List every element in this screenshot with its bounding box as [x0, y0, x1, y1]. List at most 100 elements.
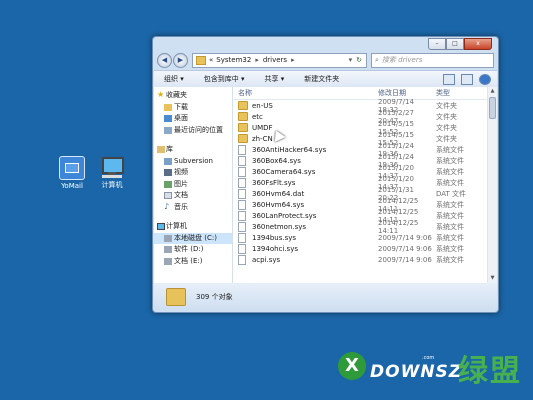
nav-label: 软件 (D:)	[174, 245, 204, 253]
file-name: 360AntiHacker64.sys	[252, 145, 327, 154]
content-area: ★ 收藏夹 下载 桌面 最近访问的位置 库 Subversion 视频 图片 文…	[154, 87, 497, 283]
item-count: 309 个对象	[196, 292, 233, 301]
nav-label: 图片	[174, 179, 188, 188]
file-icon	[238, 177, 246, 188]
file-row[interactable]: 360AntiHacker64.sys 2015/1/24 19:36 系统文件	[234, 142, 487, 158]
file-name-cell: UMDF	[234, 123, 378, 132]
file-name-cell: zh-CN	[234, 134, 378, 143]
breadcrumb-drivers[interactable]: drivers	[263, 56, 287, 64]
file-row[interactable]: en-US 2009/7/14 18:32 文件夹	[234, 98, 487, 114]
address-bar[interactable]: « System32 ▸ drivers ▸ ▾ ↻	[192, 52, 367, 68]
nav-label: 收藏夹	[166, 91, 187, 99]
recent-places-icon	[164, 126, 172, 134]
file-row[interactable]: 360LanProtect.sys 2014/12/25 14:11 系统文件	[234, 208, 487, 224]
breadcrumb-system32[interactable]: System32	[216, 56, 251, 64]
scroll-thumb[interactable]	[489, 97, 496, 119]
video-icon	[164, 169, 172, 176]
address-dropdown-icon[interactable]: ▾	[349, 56, 353, 64]
file-name: 360Camera64.sys	[252, 167, 316, 176]
window-controls: – □ x	[428, 38, 492, 50]
search-input[interactable]: ⌕ 搜索 drivers	[371, 52, 494, 68]
nav-label: 视频	[174, 168, 188, 176]
file-row[interactable]: acpi.sys 2009/7/14 9:06 系统文件	[234, 254, 487, 265]
file-type: 系统文件	[436, 255, 464, 264]
nav-item-recent[interactable]: 最近访问的位置	[154, 125, 232, 137]
file-name: 360Hvm64.sys	[252, 200, 305, 209]
maximize-button[interactable]: □	[446, 38, 464, 50]
help-icon[interactable]	[479, 73, 491, 85]
nav-computer[interactable]: 计算机	[154, 221, 232, 233]
file-row[interactable]: etc 2015/2/27 20:47 文件夹	[234, 109, 487, 125]
nav-label: 最近访问的位置	[174, 125, 223, 134]
file-date: 2009/7/14 9:06	[378, 255, 432, 264]
column-date-header[interactable]: 修改日期	[378, 88, 436, 98]
minimize-button[interactable]: –	[428, 38, 446, 50]
file-row[interactable]: 1394ohci.sys 2009/7/14 9:06 系统文件	[234, 243, 487, 254]
nav-item-downloads[interactable]: 下载	[154, 102, 232, 114]
drive-icon	[164, 246, 172, 253]
music-icon: ♪	[164, 201, 170, 211]
command-bar: 组织 ▾ 包含到库中 ▾ 共享 ▾ 新建文件夹	[154, 70, 497, 88]
yomail-icon	[59, 156, 85, 180]
nav-item-drive-d[interactable]: 软件 (D:)	[154, 244, 232, 256]
file-row[interactable]: 360Hvm64.sys 2014/12/25 14:11 系统文件	[234, 197, 487, 213]
nav-item-desktop[interactable]: 桌面	[154, 113, 232, 125]
scroll-up-arrow-icon[interactable]: ▲	[488, 87, 497, 96]
vertical-scrollbar[interactable]: ▲ ▼	[487, 87, 497, 283]
file-name: 360Box64.sys	[252, 156, 301, 165]
refresh-icon[interactable]: ↻	[356, 56, 362, 64]
file-row[interactable]: 1394bus.sys 2009/7/14 9:06 系统文件	[234, 232, 487, 243]
new-folder-button[interactable]: 新建文件夹	[294, 74, 349, 84]
file-name: acpi.sys	[252, 255, 281, 264]
column-name-header[interactable]: 名称	[234, 88, 378, 98]
file-name: en-US	[252, 101, 273, 110]
nav-label: 桌面	[174, 114, 188, 122]
nav-label: 文档 (E:)	[174, 256, 203, 265]
file-row[interactable]: 360netmon.sys 2014/12/25 14:11 系统文件	[234, 219, 487, 235]
subversion-icon	[164, 157, 172, 165]
file-type: 系统文件	[436, 244, 464, 253]
desktop-icon-yomail[interactable]: YoMail	[52, 156, 92, 190]
view-options-icon[interactable]	[443, 73, 455, 85]
file-row[interactable]: 360Hvm64.dat 2015/1/31 20:22 DAT 文件	[234, 186, 487, 202]
file-name: 360FsFlt.sys	[252, 178, 296, 187]
file-icon	[238, 254, 246, 265]
file-type: 系统文件	[436, 167, 464, 176]
scroll-down-arrow-icon[interactable]: ▼	[488, 274, 497, 283]
file-name-cell: 1394ohci.sys	[234, 243, 378, 254]
forward-button[interactable]: ▶	[173, 52, 188, 68]
nav-label: 文档	[174, 191, 188, 199]
back-button[interactable]: ◀	[157, 52, 172, 68]
computer-icon	[157, 223, 165, 230]
close-button[interactable]: x	[464, 38, 492, 50]
share-menu[interactable]: 共享 ▾	[255, 74, 295, 84]
breadcrumb-overflow[interactable]: «	[209, 56, 213, 64]
file-name-cell: 360AntiHacker64.sys	[234, 144, 378, 155]
file-name: zh-CN	[252, 134, 273, 143]
file-row[interactable]: 360Box64.sys 2015/1/24 19:36 系统文件	[234, 153, 487, 169]
explorer-window: – □ x ◀ ▶ « System32 ▸ drivers ▸ ▾ ↻ ⌕ 搜…	[152, 36, 499, 313]
nav-item-drive-e[interactable]: 文档 (E:)	[154, 256, 232, 268]
nav-item-drive-c[interactable]: 本地磁盘 (C:)	[154, 232, 232, 244]
column-type-header[interactable]: 类型	[436, 88, 476, 98]
nav-item-pictures[interactable]: 图片	[154, 179, 232, 191]
file-name: etc	[252, 112, 263, 121]
organize-menu[interactable]: 组织 ▾	[154, 74, 194, 84]
nav-item-videos[interactable]: 视频	[154, 167, 232, 179]
watermark-mark: X	[338, 352, 366, 380]
nav-favorites[interactable]: ★ 收藏夹	[154, 90, 232, 102]
file-name-cell: 360FsFlt.sys	[234, 177, 378, 188]
nav-item-subversion[interactable]: Subversion	[154, 156, 232, 168]
file-row[interactable]: 360FsFlt.sys 2015/1/20 14:37 系统文件	[234, 175, 487, 191]
file-type: 系统文件	[436, 200, 464, 209]
include-in-library-menu[interactable]: 包含到库中 ▾	[194, 74, 255, 84]
nav-libraries[interactable]: 库	[154, 144, 232, 156]
watermark-domain: .com	[422, 355, 435, 361]
file-row[interactable]: 360Camera64.sys 2015/1/20 14:37 系统文件	[234, 164, 487, 180]
nav-item-music[interactable]: ♪ 音乐	[154, 202, 232, 214]
search-placeholder: 搜索 drivers	[381, 56, 423, 64]
desktop-icon-computer[interactable]: 计算机	[92, 156, 132, 190]
file-type: 系统文件	[436, 233, 464, 242]
preview-pane-icon[interactable]	[461, 73, 473, 85]
file-type: 文件夹	[436, 123, 457, 132]
